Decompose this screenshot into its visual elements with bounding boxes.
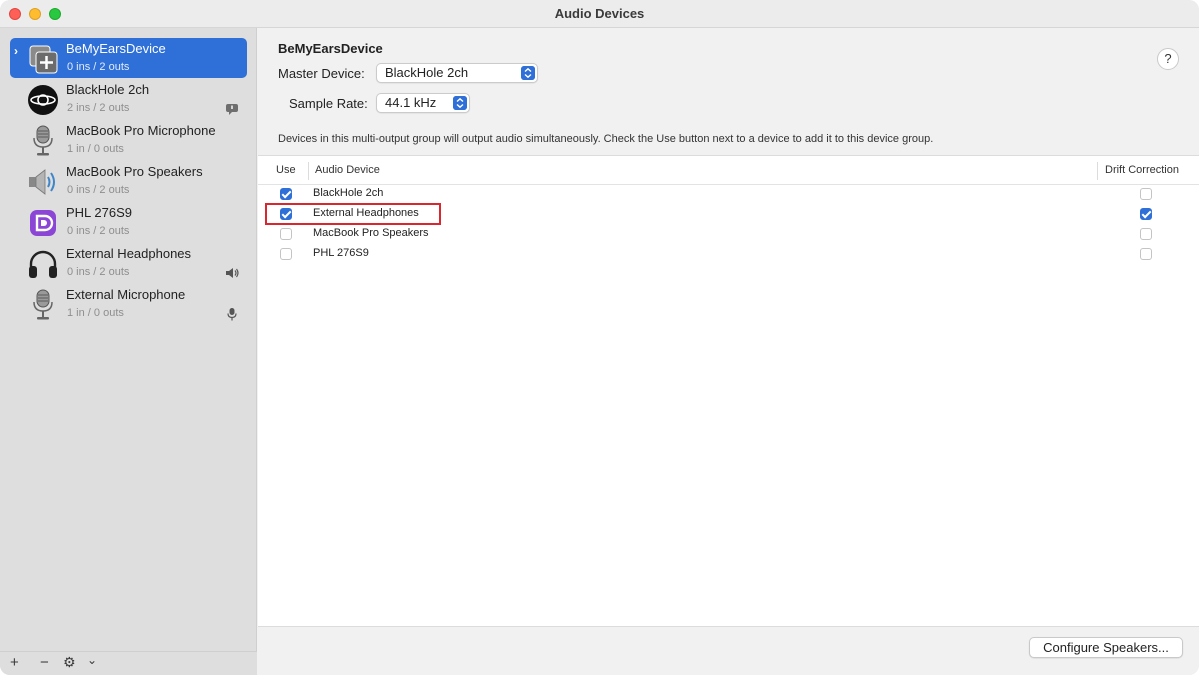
group-description: Devices in this multi-output group will … xyxy=(278,133,934,145)
drift-correction-checkbox[interactable] xyxy=(1140,208,1152,220)
sidebar-item-macbook-pro-microphone[interactable]: MacBook Pro Microphone 1 in / 0 outs xyxy=(10,120,247,160)
use-checkbox[interactable] xyxy=(280,188,292,200)
device-name: BlackHole 2ch xyxy=(66,82,150,97)
device-table: Use Audio Device Drift Correction BlackH… xyxy=(258,155,1199,627)
alert-bubble-icon xyxy=(226,104,238,115)
master-device-popup[interactable]: BlackHole 2ch xyxy=(376,63,538,83)
use-checkbox[interactable] xyxy=(280,208,292,220)
microphone-icon xyxy=(33,125,53,156)
blackhole-icon xyxy=(28,85,58,115)
column-divider[interactable] xyxy=(1097,162,1098,180)
device-name: BeMyEarsDevice xyxy=(66,41,166,56)
device-name: External Microphone xyxy=(66,287,186,302)
row-device-name: PHL 276S9 xyxy=(313,247,369,259)
popup-stepper-icon xyxy=(521,66,535,80)
device-io-count: 0 ins / 2 outs xyxy=(67,266,130,278)
speaker-volume-icon xyxy=(226,268,239,278)
master-device-label: Master Device: xyxy=(278,66,365,81)
master-device-value: BlackHole 2ch xyxy=(385,65,469,80)
device-io-count: 1 in / 0 outs xyxy=(67,143,124,155)
configure-speakers-button[interactable]: Configure Speakers... xyxy=(1029,637,1183,658)
sidebar-item-blackhole-2ch[interactable]: BlackHole 2ch 2 ins / 2 outs xyxy=(10,79,247,119)
table-row[interactable]: PHL 276S9 xyxy=(258,244,1199,264)
table-row[interactable]: MacBook Pro Speakers xyxy=(258,224,1199,244)
table-row[interactable]: BlackHole 2ch xyxy=(258,184,1199,204)
row-device-name: MacBook Pro Speakers xyxy=(313,227,429,239)
drift-correction-checkbox[interactable] xyxy=(1140,248,1152,260)
sidebar-item-external-headphones[interactable]: External Headphones 0 ins / 2 outs xyxy=(10,243,247,283)
microphone-icon xyxy=(33,289,53,320)
column-header-drift-correction[interactable]: Drift Correction xyxy=(1105,164,1179,176)
sidebar-item-bemyearsdevice[interactable]: › BeMyEarsDevice 0 ins / 2 outs xyxy=(10,38,247,78)
use-checkbox[interactable] xyxy=(280,228,292,240)
aggregate-device-icon xyxy=(29,45,58,74)
device-name: External Headphones xyxy=(66,246,192,261)
title-bar: Audio Devices xyxy=(0,0,1199,28)
device-io-count: 0 ins / 2 outs xyxy=(67,225,130,237)
help-button[interactable]: ? xyxy=(1157,48,1179,70)
device-io-count: 0 ins / 2 outs xyxy=(67,184,130,196)
audio-devices-window: Audio Devices › BeMyEarsDevice 0 ins / 2… xyxy=(0,0,1199,675)
device-io-count: 1 in / 0 outs xyxy=(67,307,124,319)
device-detail-panel: BeMyEarsDevice ? Master Device: BlackHol… xyxy=(258,28,1199,675)
row-device-name: BlackHole 2ch xyxy=(313,187,384,199)
device-name: MacBook Pro Microphone xyxy=(66,123,216,138)
display-port-icon xyxy=(30,210,56,236)
remove-device-button[interactable]: − xyxy=(40,654,49,671)
use-checkbox[interactable] xyxy=(280,248,292,260)
panel-footer: Configure Speakers... xyxy=(258,627,1199,675)
device-name: PHL 276S9 xyxy=(66,205,133,220)
chevron-down-icon[interactable]: ⌄ xyxy=(87,653,97,667)
sample-rate-label: Sample Rate: xyxy=(289,96,368,111)
window-title: Audio Devices xyxy=(554,6,645,21)
headphones-icon xyxy=(29,250,57,278)
mic-badge-icon xyxy=(227,308,237,321)
device-io-count: 2 ins / 2 outs xyxy=(67,102,130,114)
device-sidebar: › BeMyEarsDevice 0 ins / 2 outs BlackHol… xyxy=(0,28,257,675)
popup-stepper-icon xyxy=(453,96,467,110)
disclosure-chevron-icon[interactable]: › xyxy=(14,44,18,58)
speaker-icon xyxy=(29,169,55,195)
add-device-button[interactable]: + xyxy=(10,654,19,671)
sidebar-toolbar: + − ⚙ ⌄ xyxy=(0,651,257,675)
column-header-use[interactable]: Use xyxy=(276,164,296,176)
device-name: MacBook Pro Speakers xyxy=(66,164,203,179)
column-divider[interactable] xyxy=(308,162,309,180)
column-header-audio-device[interactable]: Audio Device xyxy=(315,164,380,176)
row-device-name: External Headphones xyxy=(313,207,419,219)
sidebar-item-macbook-pro-speakers[interactable]: MacBook Pro Speakers 0 ins / 2 outs xyxy=(10,161,247,201)
sidebar-item-external-microphone[interactable]: External Microphone 1 in / 0 outs xyxy=(10,284,247,324)
sample-rate-value: 44.1 kHz xyxy=(385,95,437,110)
gear-icon[interactable]: ⚙ xyxy=(63,654,76,671)
device-io-count: 0 ins / 2 outs xyxy=(67,61,130,73)
sample-rate-popup[interactable]: 44.1 kHz xyxy=(376,93,470,113)
table-row[interactable]: External Headphones xyxy=(258,203,1199,225)
drift-correction-checkbox[interactable] xyxy=(1140,228,1152,240)
drift-correction-checkbox[interactable] xyxy=(1140,188,1152,200)
device-title: BeMyEarsDevice xyxy=(278,41,383,56)
sidebar-item-phl-276s9[interactable]: PHL 276S9 0 ins / 2 outs xyxy=(10,202,247,242)
